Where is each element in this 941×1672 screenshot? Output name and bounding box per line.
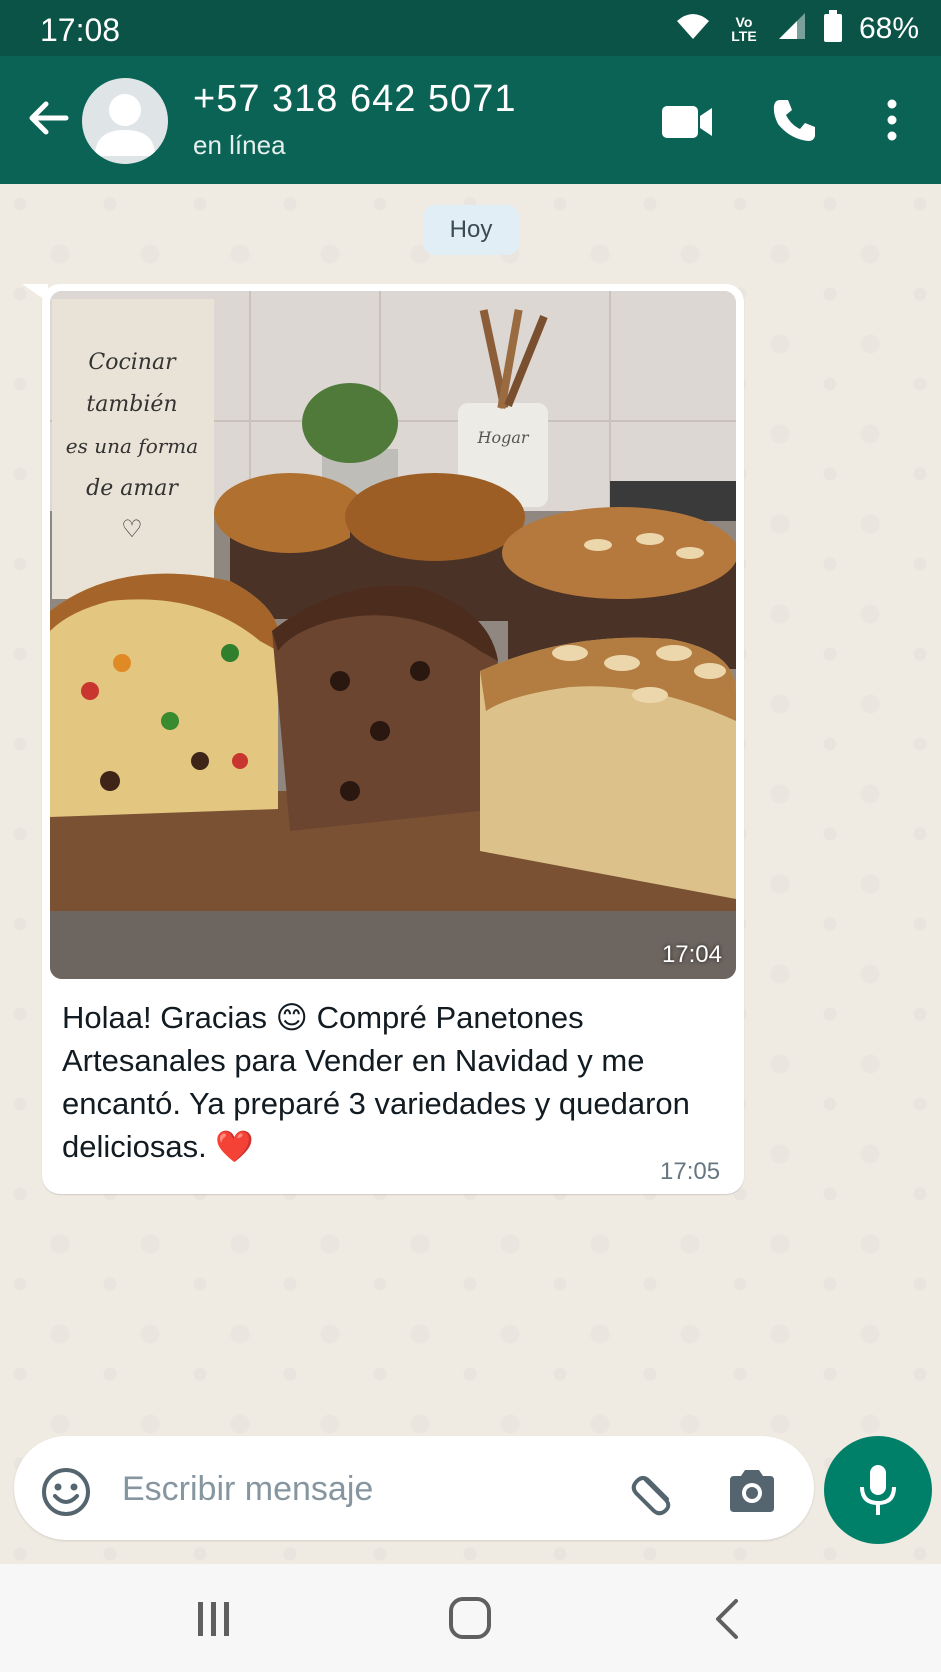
network-label: Vo LTE	[731, 13, 757, 44]
volte-icon: Vo LTE	[727, 15, 761, 43]
sign-text: es una forma	[66, 434, 198, 458]
contact-name[interactable]: +57 318 642 5071	[193, 78, 516, 121]
battery-percentage: 68%	[858, 11, 919, 45]
image-timestamp: 17:04	[661, 941, 722, 968]
message-timestamp: 17:05	[660, 1158, 721, 1185]
back-arrow-icon[interactable]	[26, 96, 70, 140]
video-call-icon[interactable]	[660, 102, 714, 142]
sign-heart: ♡	[121, 516, 143, 543]
avatar[interactable]	[82, 78, 168, 164]
recents-icon[interactable]	[196, 1600, 232, 1638]
sign-text: de amar	[86, 476, 179, 501]
avatar-placeholder-icon	[95, 94, 155, 156]
sign-text: Cocinar	[88, 350, 177, 375]
panettone-photo: Cocinar también es una forma de amar ♡ H…	[50, 291, 736, 979]
nav-back-icon[interactable]	[712, 1598, 742, 1640]
sign-text: también	[86, 392, 177, 417]
status-icons: Vo LTE 68%	[675, 10, 919, 47]
date-chip: Hoy	[423, 205, 519, 255]
message-text: Holaa! Gracias 😊 Compré Panetones Artesa…	[62, 1000, 690, 1164]
mic-icon	[860, 1465, 896, 1515]
home-icon[interactable]	[448, 1596, 492, 1640]
message-input[interactable]	[122, 1464, 602, 1514]
contact-status: en línea	[193, 130, 286, 160]
status-time: 17:08	[40, 12, 121, 48]
mic-button[interactable]	[824, 1436, 932, 1544]
message-image[interactable]: Cocinar también es una forma de amar ♡ H…	[50, 291, 736, 979]
status-bar: 17:08 Vo LTE 68%	[0, 0, 941, 56]
attach-icon[interactable]	[628, 1466, 680, 1518]
chat-header: +57 318 642 5071 en línea	[0, 56, 941, 184]
signal-icon	[777, 11, 807, 46]
more-vert-icon[interactable]	[872, 98, 912, 142]
phone-icon[interactable]	[770, 96, 818, 144]
battery-icon	[823, 10, 843, 47]
jar-text: Hogar	[476, 428, 529, 447]
emoji-icon[interactable]	[40, 1466, 92, 1518]
wifi-icon	[675, 11, 711, 46]
camera-icon[interactable]	[726, 1466, 778, 1516]
